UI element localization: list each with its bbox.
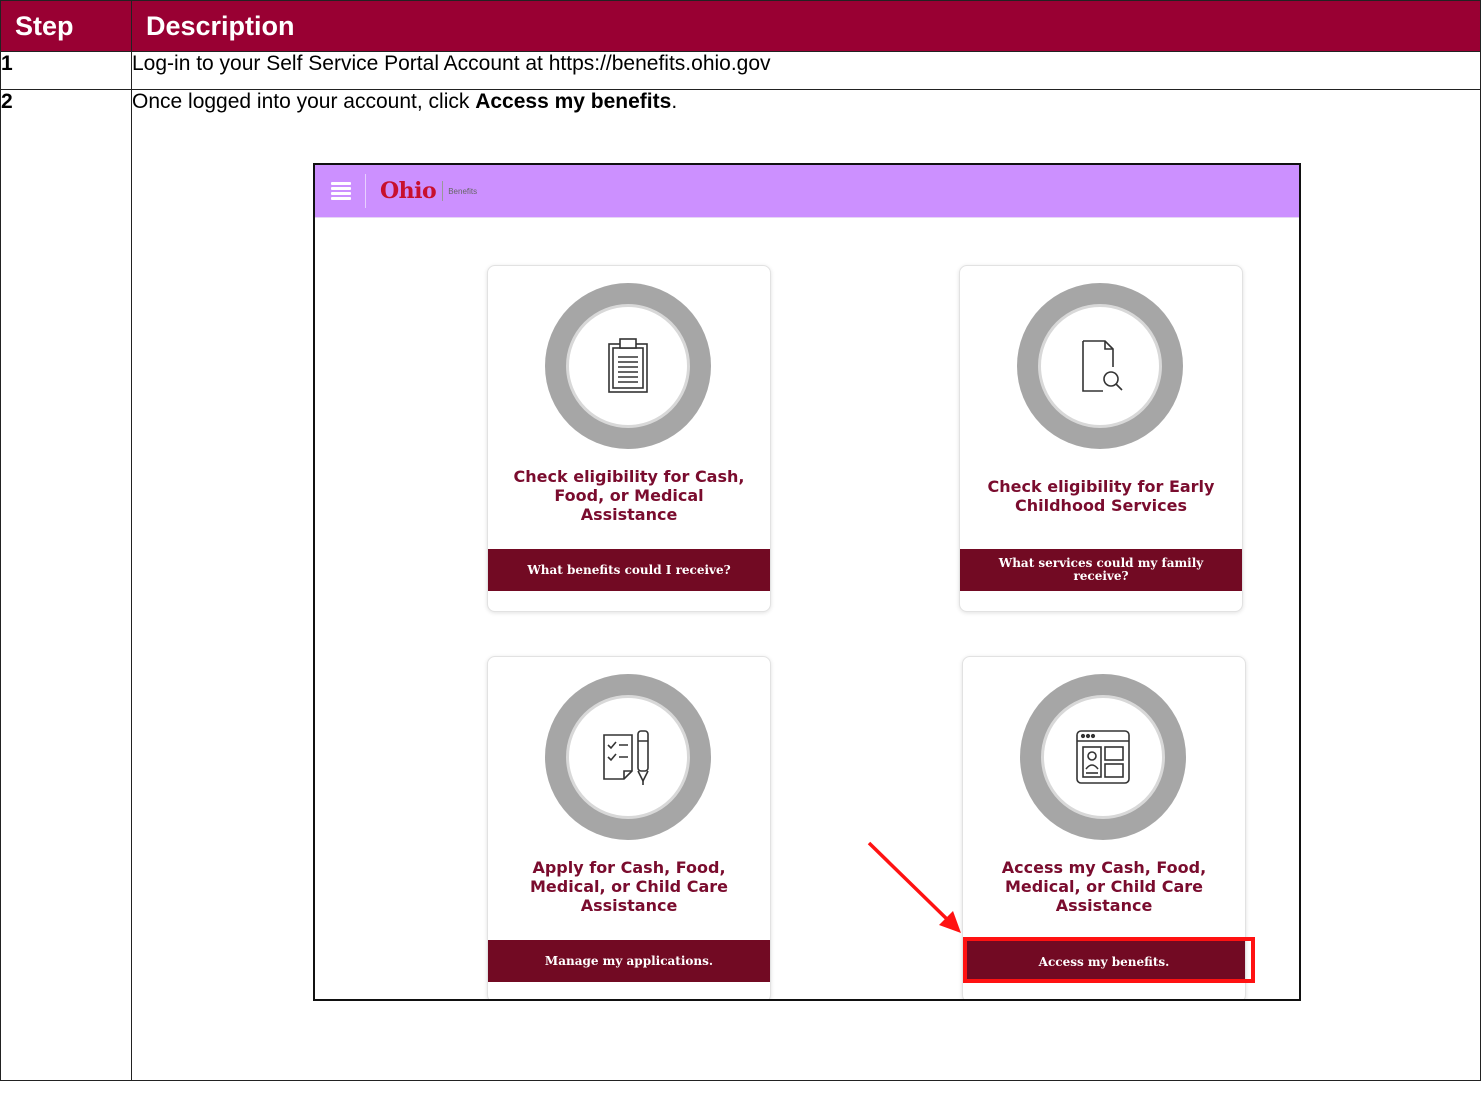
card-access-benefits: Access my Cash, Food, Medical, or Child … <box>962 656 1246 999</box>
portal-screenshot: Ohio Benefits Check eligibility for Cash… <box>313 163 1301 1001</box>
what-services-button[interactable]: What services could my family receive? <box>960 549 1242 591</box>
card-apply: Apply for Cash, Food, Medical, or Child … <box>487 656 771 999</box>
table-row: 2 Once logged into your account, click A… <box>0 89 1481 1081</box>
red-arrow-icon <box>867 841 961 933</box>
step-description: Log-in to your Self Service Portal Accou… <box>131 51 1481 90</box>
icon-ring <box>545 674 711 840</box>
portal-top-bar: Ohio Benefits <box>315 165 1299 218</box>
clipboard-icon <box>608 338 648 393</box>
step-column-header: Step <box>0 0 132 52</box>
hamburger-menu-icon[interactable] <box>331 182 351 200</box>
icon-ring <box>545 283 711 449</box>
card-title: Apply for Cash, Food, Medical, or Child … <box>530 858 728 915</box>
icon-ring <box>1017 283 1183 449</box>
icon-ring <box>1020 674 1186 840</box>
table-row: 1 Log-in to your Self Service Portal Acc… <box>0 51 1481 90</box>
access-my-benefits-button[interactable]: Access my benefits. <box>963 941 1245 983</box>
instructions-table: Step Description 1 Log-in to your Self S… <box>0 0 1481 1081</box>
card-check-eligibility: Check eligibility for Cash, Food, or Med… <box>487 265 771 612</box>
bar-divider <box>365 174 366 208</box>
card-title: Check eligibility for Early Childhood Se… <box>987 477 1215 515</box>
checklist-pen-icon <box>603 730 649 785</box>
what-benefits-button[interactable]: What benefits could I receive? <box>488 549 770 591</box>
browser-profile-icon <box>1076 730 1130 784</box>
description-column-header: Description <box>131 0 1481 52</box>
step-text-bold: Access my benefits <box>475 90 672 113</box>
card-title: Access my Cash, Food, Medical, or Child … <box>1001 858 1207 915</box>
step-number: 1 <box>0 51 132 90</box>
card-title: Check eligibility for Cash, Food, or Med… <box>513 467 745 524</box>
card-early-childhood: Check eligibility for Early Childhood Se… <box>959 265 1243 612</box>
table-header-row: Step Description <box>0 0 1481 52</box>
logo-subtitle: Benefits <box>448 186 478 196</box>
ohio-logo[interactable]: Ohio <box>380 178 437 204</box>
step-text: Once logged into your account, click <box>132 90 476 113</box>
manage-applications-button[interactable]: Manage my applications. <box>488 940 770 982</box>
document-search-icon <box>1082 340 1123 392</box>
step-text-end: . <box>671 90 678 113</box>
step-description: Once logged into your account, click Acc… <box>131 89 1481 1081</box>
step-number: 2 <box>0 89 132 1081</box>
logo-divider <box>442 181 444 201</box>
